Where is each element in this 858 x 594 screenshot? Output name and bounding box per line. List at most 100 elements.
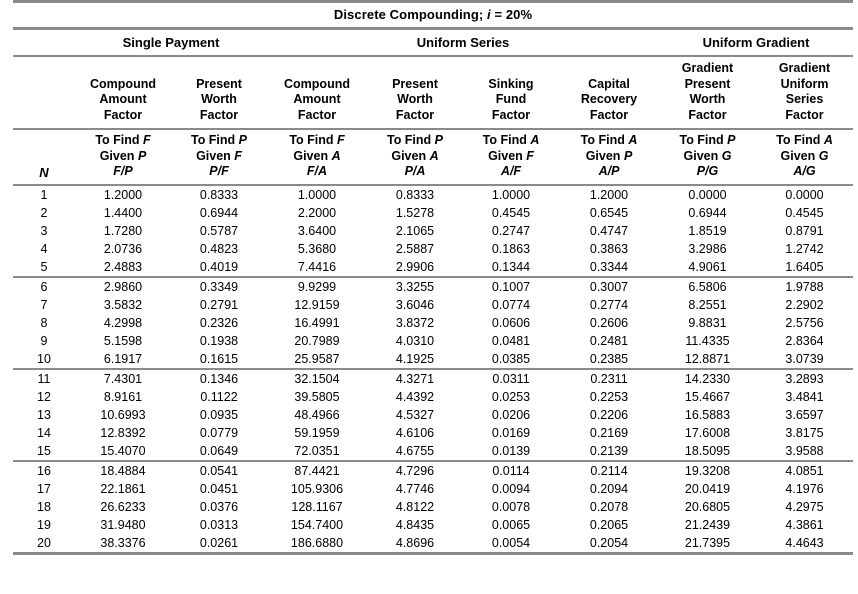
ratio-label: F/A	[306, 164, 328, 178]
column-header-p-f: To Find P Given F P/F	[171, 129, 267, 185]
table-row: 3 1.7280 0.5787 3.6400 2.1065 0.2747 0.4747 1.8…	[13, 222, 853, 240]
cell-f-a: 7.4416	[297, 259, 337, 274]
factor-name-line: Factor	[395, 107, 435, 122]
cell-p-a: 2.5887	[395, 241, 435, 256]
to-find-prefix: To Find	[289, 133, 334, 147]
cell-f-p: 22.1861	[100, 481, 146, 496]
cell-a-f: 0.0094	[491, 481, 531, 496]
to-find-prefix: To Find	[190, 133, 236, 147]
column-header-f-a: To Find F Given A F/A	[267, 129, 367, 185]
cell-a-p: 0.2094	[589, 481, 629, 496]
cell-f-p: 5.1598	[103, 333, 143, 348]
cell-a-f: 0.0606	[491, 315, 531, 330]
table-title-row: Discrete Compounding; i = 20%	[13, 0, 854, 30]
ratio-label: P/G	[696, 164, 719, 178]
cell-f-p: 2.4883	[103, 259, 143, 274]
cell-n: 19	[37, 517, 51, 532]
given-variable: G	[721, 148, 732, 163]
cell-p-g: 18.5095	[684, 443, 731, 458]
cell-p-g: 14.2330	[684, 371, 731, 386]
interest-factor-table: Discrete Compounding; i = 20% Single Pay…	[13, 0, 854, 555]
given-prefix: Given	[683, 148, 719, 163]
ratio-label: F/P	[113, 164, 133, 178]
cell-a-p: 0.2169	[589, 425, 629, 440]
given-prefix: Given	[99, 148, 135, 163]
cell-a-f: 0.0311	[492, 371, 530, 386]
cell-p-a: 2.9906	[395, 259, 435, 274]
cell-n: 3	[40, 223, 48, 238]
cell-f-p: 2.9860	[103, 279, 143, 294]
cell-p-f: 0.4019	[199, 259, 239, 274]
cell-f-p: 18.4884	[100, 463, 146, 478]
factor-name-line: Factor	[688, 107, 727, 122]
factor-name-spacer	[13, 56, 75, 129]
cell-n: 12	[37, 389, 51, 404]
given-prefix: Given	[196, 148, 231, 163]
cell-a-g: 3.2893	[785, 371, 824, 386]
cell-a-g: 1.9788	[785, 279, 824, 294]
cell-a-f: 0.0774	[491, 297, 531, 312]
cell-n: 20	[37, 535, 51, 550]
cell-p-f: 0.1122	[200, 389, 238, 404]
cell-f-a: 25.9587	[294, 351, 340, 366]
table-row: 19 31.9480 0.0313 154.7400 4.8435 0.0065 0.206…	[13, 516, 853, 534]
cell-p-g: 8.2551	[688, 297, 727, 312]
cell-n: 15	[37, 443, 51, 458]
factor-name-line: Present	[196, 76, 242, 91]
cell-p-f: 0.1938	[199, 333, 239, 348]
cell-p-a: 4.8435	[395, 517, 435, 532]
cell-f-p: 1.7280	[103, 223, 143, 238]
to-find-variable: P	[727, 133, 736, 147]
table-row: 18 26.6233 0.0376 128.1167 4.8122 0.0078 0.207…	[13, 498, 853, 516]
factor-name-line: Amount	[99, 92, 147, 106]
cell-n: 18	[37, 499, 51, 514]
table-row: 2 1.4400 0.6944 2.2000 1.5278 0.4545 0.6545 0.6…	[13, 204, 853, 222]
cell-p-g: 11.4335	[685, 333, 730, 348]
cell-p-g: 15.4667	[684, 389, 731, 404]
ratio-label: A/P	[598, 164, 620, 178]
cell-a-p: 1.2000	[589, 187, 629, 202]
interest-factor-table-container: Discrete Compounding; i = 20% Single Pay…	[0, 0, 858, 594]
cell-f-p: 6.1917	[103, 351, 143, 366]
cell-p-f: 0.0313	[199, 517, 239, 532]
cell-a-f: 0.1007	[491, 279, 531, 294]
cell-a-f: 0.0206	[491, 407, 531, 422]
cell-p-f: 0.0376	[199, 499, 239, 514]
cell-a-g: 4.1976	[785, 481, 824, 496]
column-header-p-a: To Find P Given A P/A	[367, 129, 463, 185]
group-header-uniform-gradient: Uniform Gradient	[702, 35, 810, 50]
factor-name-row: Compound Amount Factor Present Worth Fac…	[13, 56, 854, 129]
factor-name-a-f: Sinking Fund Factor	[463, 56, 559, 129]
cell-a-p: 0.3344	[589, 259, 629, 274]
cell-a-f: 0.4545	[491, 205, 531, 220]
group-header-uniform-series: Uniform Series	[416, 35, 510, 50]
cell-p-f: 0.0935	[199, 407, 239, 422]
cell-a-g: 3.8175	[785, 425, 824, 440]
given-prefix: Given	[585, 148, 621, 163]
cell-f-a: 105.9306	[290, 481, 344, 496]
factor-name-line: Capital	[588, 76, 630, 91]
given-variable: G	[818, 148, 829, 163]
cell-p-f: 0.0649	[199, 443, 239, 458]
to-find-prefix: To Find	[482, 133, 527, 147]
factor-name-line: Compound	[284, 76, 350, 91]
cell-n: 9	[40, 333, 48, 348]
cell-f-p: 8.9161	[103, 389, 143, 404]
table-row: 13 10.6993 0.0935 48.4966 4.5327 0.0206 0.2206…	[13, 406, 853, 424]
cell-n: 16	[37, 463, 51, 478]
column-header-a-f: To Find A Given F A/F	[463, 129, 559, 185]
cell-a-f: 0.1863	[491, 241, 531, 256]
cell-f-a: 48.4966	[294, 407, 340, 422]
table-row: 7 3.5832 0.2791 12.9159 3.6046 0.0774 0.2774 8.…	[13, 296, 853, 314]
factor-name-line: Compound	[90, 76, 156, 91]
cell-a-p: 0.2311	[590, 371, 628, 386]
cell-a-g: 2.2902	[785, 297, 824, 312]
table-row: 17 22.1861 0.0451 105.9306 4.7746 0.0094 0.209…	[13, 480, 853, 498]
cell-a-g: 3.6597	[785, 407, 824, 422]
cell-f-p: 3.5832	[103, 297, 143, 312]
factor-name-line: Amount	[293, 92, 341, 106]
cell-f-a: 12.9159	[294, 297, 340, 312]
cell-a-p: 0.4747	[589, 223, 629, 238]
table-row: 4 2.0736 0.4823 5.3680 2.5887 0.1863 0.3863 3.2…	[13, 240, 853, 258]
factor-name-line: Factor	[589, 107, 629, 122]
